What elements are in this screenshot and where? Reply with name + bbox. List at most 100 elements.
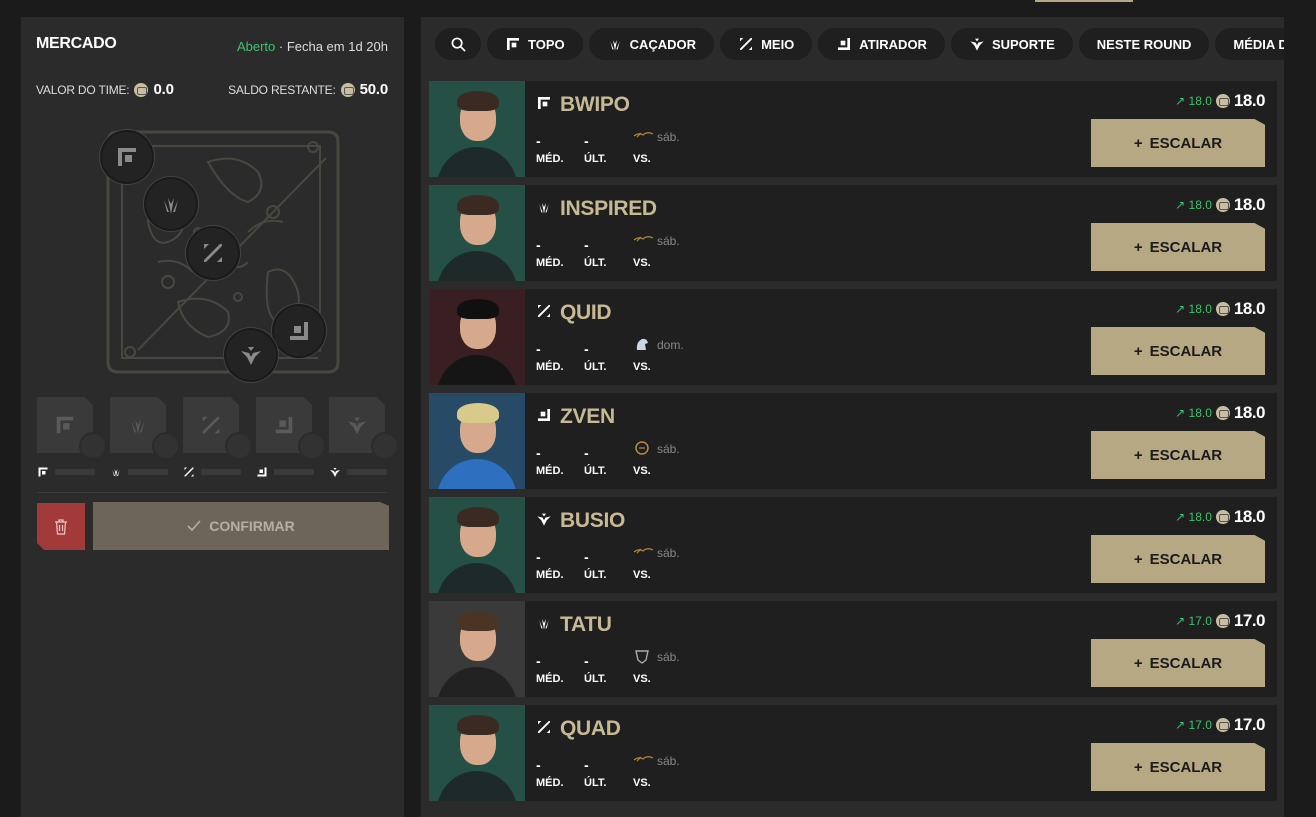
opponent-info: sáb. bbox=[633, 233, 680, 249]
map-mid-node[interactable] bbox=[186, 226, 240, 280]
slot-bot[interactable] bbox=[256, 397, 326, 460]
player-card-quid: QUID - MÉD. - ÚLT. dom. VS. ↗ 18.0 18.0 … bbox=[429, 289, 1277, 385]
player-hair bbox=[457, 91, 499, 111]
player-name-text: INSPIRED bbox=[560, 197, 657, 220]
confirm-label: CONFIRMAR bbox=[209, 518, 295, 534]
player-photo bbox=[429, 289, 525, 385]
player-photo bbox=[429, 393, 525, 489]
slot-badge bbox=[371, 432, 399, 460]
last-stat: - ÚLT. bbox=[584, 653, 606, 685]
last-label: ÚLT. bbox=[584, 777, 607, 789]
map-support-node[interactable] bbox=[224, 328, 278, 382]
slot-badge bbox=[79, 432, 107, 460]
coin-icon bbox=[340, 82, 355, 97]
pick-player-button[interactable]: + ESCALAR bbox=[1091, 327, 1265, 375]
vs-label: VS. bbox=[633, 153, 651, 165]
filter-mid[interactable]: MEIO bbox=[720, 28, 813, 60]
opponent-info: sáb. bbox=[633, 545, 680, 561]
player-name-text: BWIPO bbox=[560, 93, 630, 116]
filter-bot[interactable]: ATIRADOR bbox=[818, 28, 945, 60]
opponent-info: sáb. bbox=[633, 129, 680, 145]
avg-label: MÉD. bbox=[536, 153, 564, 165]
filter-this-round[interactable]: NESTE ROUND bbox=[1078, 28, 1210, 60]
player-price: ↗ 18.0 18.0 bbox=[1175, 195, 1265, 215]
player-name[interactable]: QUID bbox=[536, 301, 612, 325]
filter-label: MEIO bbox=[761, 36, 795, 52]
divider bbox=[37, 492, 387, 493]
last-label: ÚLT. bbox=[584, 673, 607, 685]
avg-label: MÉD. bbox=[536, 569, 564, 581]
price-value: 17.0 bbox=[1233, 611, 1266, 630]
pick-player-button[interactable]: + ESCALAR bbox=[1091, 223, 1265, 271]
confirm-button[interactable]: CONFIRMAR bbox=[93, 502, 389, 550]
slot-bar-mid bbox=[183, 466, 241, 478]
opponent-day: sáb. bbox=[657, 130, 680, 144]
pick-label: ESCALAR bbox=[1149, 446, 1223, 464]
player-name[interactable]: ZVEN bbox=[536, 405, 615, 429]
pick-player-button[interactable]: + ESCALAR bbox=[1091, 119, 1265, 167]
team-value-amount: 0.0 bbox=[153, 81, 174, 98]
price-value: 18.0 bbox=[1233, 195, 1266, 214]
avg-label: MÉD. bbox=[536, 465, 564, 477]
player-shirt bbox=[437, 563, 517, 593]
pick-label: ESCALAR bbox=[1149, 342, 1223, 360]
last-stat: - ÚLT. bbox=[584, 237, 606, 269]
pick-player-button[interactable]: + ESCALAR bbox=[1091, 535, 1265, 583]
player-name[interactable]: INSPIRED bbox=[536, 197, 657, 221]
price-value: 18.0 bbox=[1233, 299, 1266, 318]
slot-support[interactable] bbox=[329, 397, 399, 460]
filter-label: ATIRADOR bbox=[859, 36, 927, 52]
opponent-info: sáb. bbox=[633, 753, 680, 769]
map-top-node[interactable] bbox=[100, 130, 154, 184]
search-button[interactable] bbox=[435, 28, 481, 60]
map-bot-node[interactable] bbox=[272, 304, 326, 358]
mid-icon bbox=[202, 416, 220, 434]
coin-icon bbox=[1215, 302, 1230, 316]
player-name-text: BUSIO bbox=[560, 509, 626, 532]
player-name[interactable]: BUSIO bbox=[536, 509, 625, 533]
map-jungle-node[interactable] bbox=[144, 177, 198, 231]
last-stat: - ÚLT. bbox=[584, 133, 606, 165]
player-name[interactable]: BWIPO bbox=[536, 93, 630, 117]
pick-player-button[interactable]: + ESCALAR bbox=[1091, 431, 1265, 479]
filter-avg-points[interactable]: MÉDIA DE PTS bbox=[1215, 28, 1284, 60]
slot-top[interactable] bbox=[37, 397, 107, 460]
player-hair bbox=[457, 195, 499, 215]
filter-support[interactable]: SUPORTE bbox=[950, 28, 1073, 60]
plus-icon: + bbox=[1133, 654, 1143, 672]
player-shirt bbox=[437, 251, 517, 281]
pick-player-button[interactable]: + ESCALAR bbox=[1091, 639, 1265, 687]
filter-jungle[interactable]: CAÇADOR bbox=[588, 28, 715, 60]
price-value: 18.0 bbox=[1233, 507, 1266, 526]
avg-label: MÉD. bbox=[536, 361, 564, 373]
filter-top[interactable]: TOPO bbox=[487, 28, 583, 60]
filter-label: MÉDIA DE PTS bbox=[1233, 36, 1284, 52]
slot-progress-row bbox=[37, 466, 387, 478]
jungle-icon bbox=[536, 197, 552, 221]
slot-jungle[interactable] bbox=[110, 397, 180, 460]
market-status: Aberto · Fecha em 1d 20h bbox=[237, 39, 388, 54]
last-stat: - ÚLT. bbox=[584, 341, 606, 373]
last-value: - bbox=[584, 341, 589, 357]
last-label: ÚLT. bbox=[584, 257, 607, 269]
player-name[interactable]: QUAD bbox=[536, 717, 621, 741]
pick-player-button[interactable]: + ESCALAR bbox=[1091, 743, 1265, 791]
player-name[interactable]: TATU bbox=[536, 613, 612, 637]
slot-mid[interactable] bbox=[183, 397, 253, 460]
player-shirt bbox=[437, 147, 517, 177]
coin-icon bbox=[1215, 406, 1230, 420]
opponent: sáb. VS. bbox=[633, 130, 680, 165]
vs-label: VS. bbox=[633, 673, 651, 685]
clear-team-button[interactable] bbox=[37, 503, 85, 550]
pick-label: ESCALAR bbox=[1149, 550, 1223, 568]
plus-icon: + bbox=[1133, 342, 1143, 360]
gold-logo-icon bbox=[633, 752, 654, 771]
player-photo bbox=[429, 81, 525, 177]
plus-icon: + bbox=[1133, 134, 1143, 152]
filter-label: CAÇADOR bbox=[629, 36, 697, 52]
last-stat: - ÚLT. bbox=[584, 757, 606, 789]
search-icon bbox=[451, 37, 466, 52]
avg-stat: - MÉD. bbox=[536, 549, 564, 581]
player-card-quad: QUAD - MÉD. - ÚLT. sáb. VS. ↗ 17.0 17.0 … bbox=[429, 705, 1277, 801]
bot-icon bbox=[290, 322, 308, 340]
